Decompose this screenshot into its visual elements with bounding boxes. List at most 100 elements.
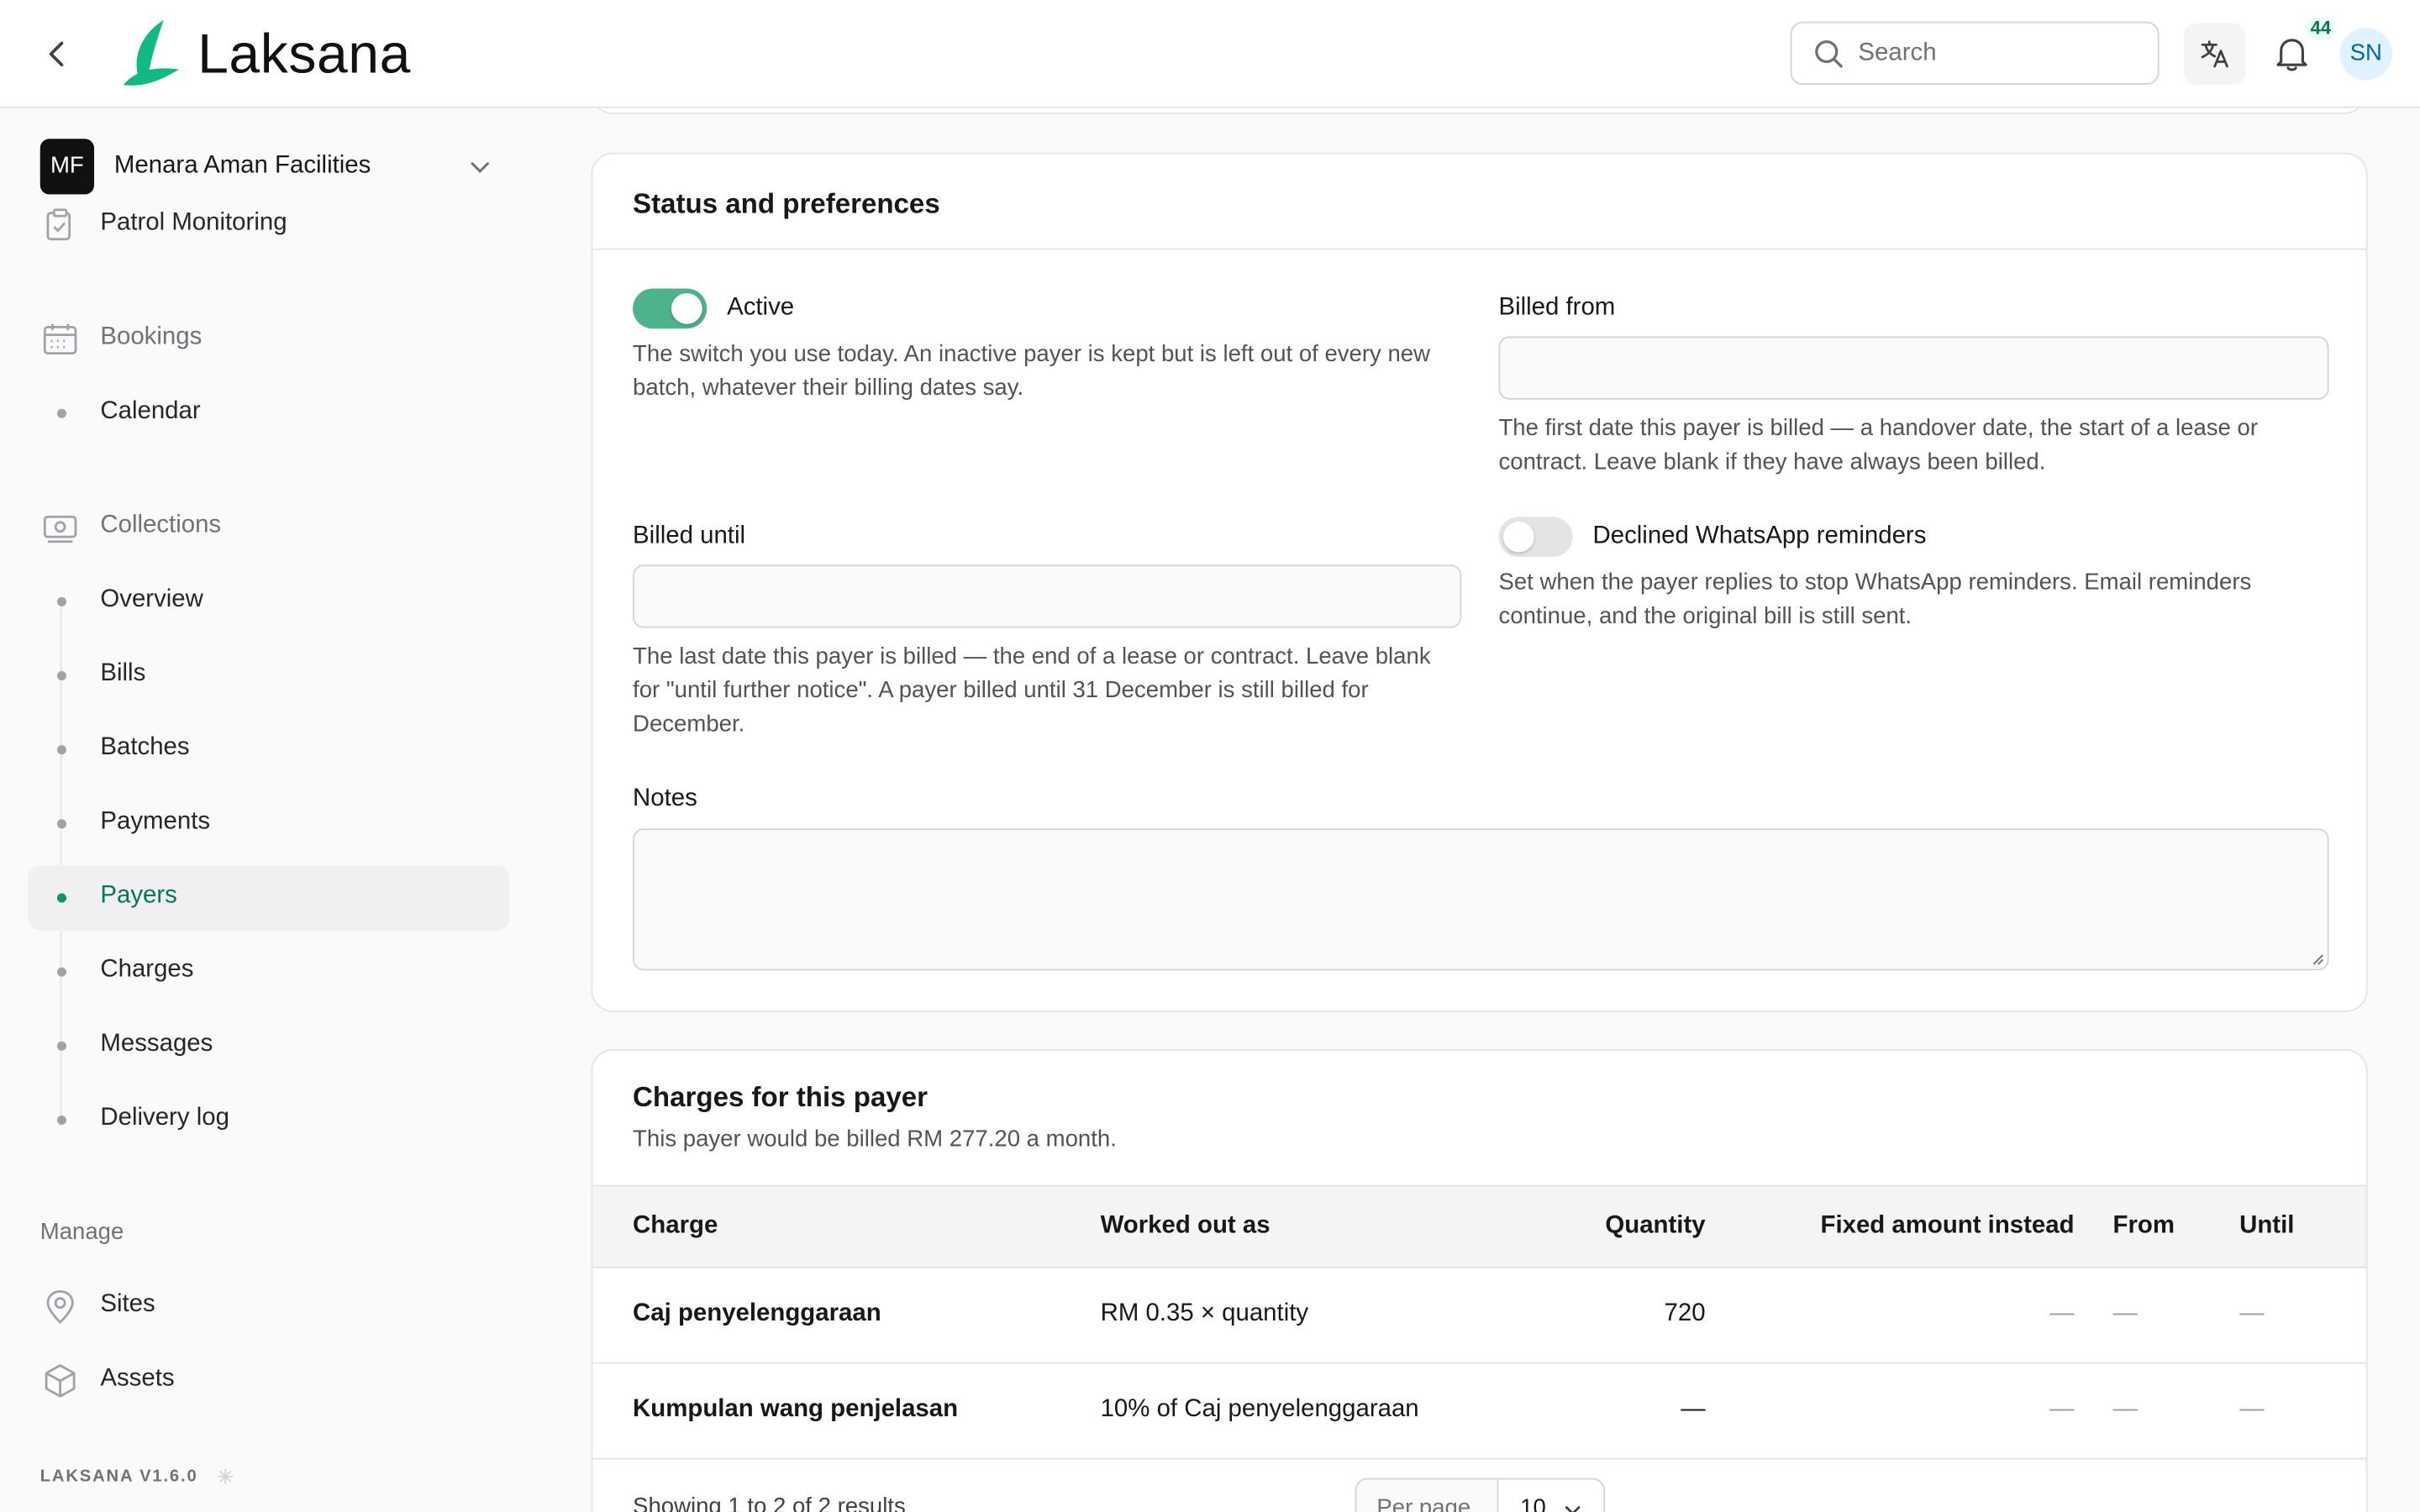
charges-card: Charges for this payer This payer would …: [591, 1048, 2368, 1512]
sidebar-item-collections[interactable]: Collections: [28, 496, 509, 560]
map-pin-icon: [46, 1289, 74, 1324]
sidebar-item-batches[interactable]: Batches: [28, 717, 509, 782]
app-root: Laksana 44 SN MF Menara Aman Facilities …: [0, 0, 2420, 1512]
per-page-select[interactable]: Per page 10: [1355, 1478, 1606, 1512]
active-toggle[interactable]: [633, 288, 708, 329]
translate-icon: [2201, 40, 2228, 68]
fixed-amount: —: [2049, 1300, 2075, 1327]
card-title: Charges for this payer: [633, 1081, 928, 1113]
bell-icon[interactable]: [2272, 34, 2312, 74]
billed-until-label: Billed until: [633, 522, 746, 549]
quantity: 720: [1664, 1300, 1706, 1327]
user-avatar[interactable]: SN: [2339, 28, 2392, 81]
sidebar-item-assets[interactable]: Assets: [28, 1348, 509, 1413]
billed-until-help: The last date this payer is billed — the…: [633, 643, 1431, 738]
sidebar-item-label: Patrol Monitoring: [100, 209, 287, 237]
column-header-quantity: Quantity: [1605, 1212, 1706, 1239]
quantity: —: [1681, 1396, 1706, 1423]
nav-dot: [56, 819, 66, 829]
sidebar-item-bookings[interactable]: Bookings: [28, 307, 509, 372]
billed-from-help: The first date this payer is billed — a …: [1498, 415, 2259, 475]
chevron-down-icon: [1565, 1506, 1581, 1512]
nav-dot: [56, 745, 66, 755]
per-page-label: Per page: [1356, 1479, 1499, 1512]
sidebar-item-label: Charges: [100, 956, 194, 984]
top-bar: Laksana 44 SN: [0, 0, 2420, 108]
search-input[interactable]: [1858, 37, 2144, 71]
toggle-knob: [671, 292, 702, 324]
nav-dot: [56, 1041, 66, 1051]
sidebar-item-sites[interactable]: Sites: [28, 1274, 509, 1339]
column-header-fixed-amount: Fixed amount instead: [1820, 1212, 2075, 1239]
back-arrow-icon[interactable]: [40, 37, 74, 71]
sidebar-item-bills[interactable]: Bills: [28, 643, 509, 708]
sidebar-item-delivery-log[interactable]: Delivery log: [28, 1088, 509, 1152]
nav-dot: [56, 893, 66, 903]
sidebar-item-calendar[interactable]: Calendar: [28, 381, 509, 446]
search-icon: [1815, 39, 1843, 68]
column-header-until: Until: [2239, 1212, 2295, 1239]
charge-name: Caj penyelenggaraan: [633, 1300, 881, 1327]
notes-textarea[interactable]: [633, 828, 2329, 971]
sidebar: MF Menara Aman Facilities Patrol Monitor…: [0, 108, 538, 1512]
charge-name: Kumpulan wang penjelasan: [633, 1396, 959, 1423]
table-row[interactable]: Caj penyelenggaraan RM 0.35 × quantity 7…: [592, 1268, 2366, 1364]
resize-grip-icon[interactable]: [2309, 950, 2324, 965]
sidebar-item-label: Delivery log: [100, 1105, 229, 1131]
nav-dot: [56, 967, 66, 977]
laksana-logo-icon[interactable]: [118, 17, 186, 87]
sidebar-item-label: Assets: [100, 1365, 175, 1392]
sidebar-item-label: Bookings: [100, 323, 203, 350]
column-header-worked-out-as: Worked out as: [1100, 1212, 1270, 1239]
sidebar-item-payments[interactable]: Payments: [28, 791, 509, 856]
toggle-knob: [1502, 521, 1534, 553]
sidebar-item-label: Calendar: [100, 397, 201, 425]
search-box[interactable]: [1790, 21, 2160, 86]
billed-until-field[interactable]: [633, 564, 1462, 628]
cube-icon: [45, 1364, 76, 1398]
app-version: LAKSANA V1.6.0: [39, 1467, 198, 1486]
sparkle-icon: [217, 1468, 234, 1484]
from-date: —: [2112, 1396, 2138, 1423]
card-title: Status and preferences: [633, 188, 940, 219]
sidebar-item-messages[interactable]: Messages: [28, 1014, 509, 1079]
card-divider: [592, 248, 2366, 250]
until-date: —: [2239, 1300, 2265, 1327]
org-name: Menara Aman Facilities: [113, 152, 371, 180]
card-subtitle: This payer would be billed RM 277.20 a m…: [633, 1126, 1117, 1153]
nav-dot: [56, 408, 66, 418]
brand-name: Laksana: [197, 21, 411, 86]
billed-from-label: Billed from: [1498, 294, 1616, 322]
notes-label: Notes: [633, 785, 697, 812]
worked-out-as: RM 0.35 × quantity: [1100, 1300, 1309, 1327]
sidebar-item-patrol-monitoring[interactable]: Patrol Monitoring: [28, 193, 509, 258]
org-avatar: MF: [39, 139, 95, 195]
sidebar-item-label: Batches: [100, 734, 190, 761]
org-switcher[interactable]: MF Menara Aman Facilities: [39, 139, 503, 195]
fixed-amount: —: [2049, 1396, 2075, 1423]
table-row[interactable]: Kumpulan wang penjelasan 10% of Caj peny…: [592, 1364, 2366, 1460]
clipboard-check-icon: [46, 208, 71, 241]
sidebar-item-payers[interactable]: Payers: [28, 865, 510, 931]
sidebar-item-charges[interactable]: Charges: [28, 940, 509, 1005]
sidebar-item-label: Sites: [100, 1291, 155, 1318]
worked-out-as: 10% of Caj penyelenggaraan: [1100, 1396, 1419, 1423]
declined-whatsapp-help: Set when the payer replies to stop Whats…: [1498, 569, 2252, 630]
column-header-from: From: [2112, 1212, 2175, 1239]
until-date: —: [2239, 1396, 2265, 1423]
sidebar-item-overview[interactable]: Overview: [28, 570, 509, 634]
pagination-summary: Showing 1 to 2 of 2 results: [633, 1493, 906, 1512]
declined-whatsapp-toggle[interactable]: [1498, 517, 1573, 558]
billed-from-field[interactable]: [1498, 336, 2329, 400]
active-help: The switch you use today. An inactive pa…: [633, 340, 1431, 402]
from-date: —: [2112, 1300, 2138, 1327]
translate-button[interactable]: [2183, 23, 2246, 86]
nav-dot: [56, 670, 66, 681]
sidebar-item-label: Bills: [100, 660, 146, 687]
manage-section-label: Manage: [39, 1219, 124, 1246]
nav-dot: [56, 1115, 66, 1125]
banknote-icon: [43, 515, 77, 543]
sidebar-item-label: Messages: [100, 1030, 213, 1058]
sidebar-item-label: Overview: [100, 585, 203, 613]
nav-dot: [56, 596, 66, 606]
